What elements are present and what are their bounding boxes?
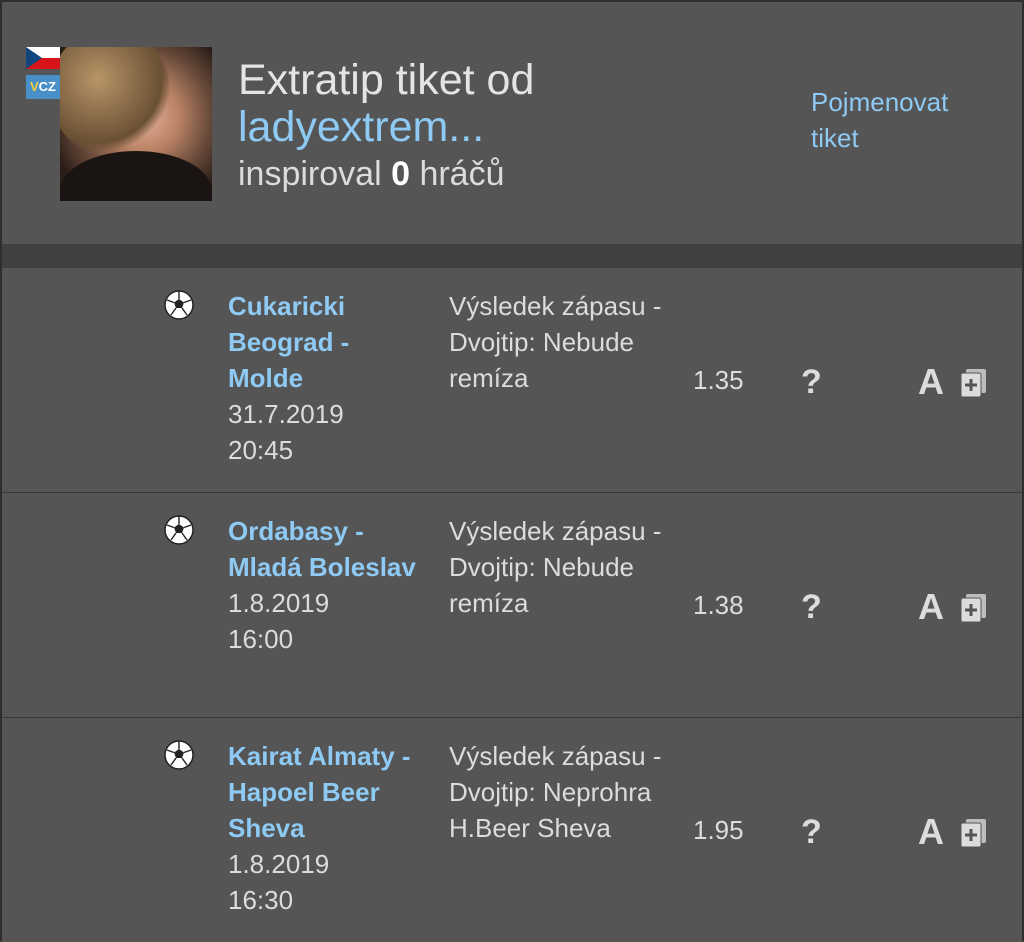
match-date: 1.8.2019 [228,849,330,879]
match-teams-link[interactable]: Kairat Almaty - Hapoel Beer Sheva [228,738,428,846]
match-time: 16:00 [228,624,294,654]
header-separator [2,244,1022,268]
bet-type: Výsledek zápasu - Dvojtip: Nebude remíza [449,291,662,393]
country-flags: VCZ [26,47,60,99]
bet-row: Cukaricki Beograd - Molde 31.7.2019 20:4… [2,268,1022,494]
odds-value: 1.38 [693,590,744,620]
match-time: 16:30 [228,885,294,915]
match-teams-link[interactable]: Cukaricki Beograd - Molde [228,288,428,396]
bet-type: Výsledek zápasu - Dvojtip: Nebude remíza [449,516,662,618]
add-ticket-icon[interactable] [960,593,988,623]
vcz-badge: VCZ [26,75,60,99]
soccer-ball-icon [164,290,194,320]
bet-row: Kairat Almaty - Hapoel Beer Sheva 1.8.20… [2,718,1022,942]
add-ticket-icon[interactable] [960,818,988,848]
analysis-button[interactable]: A [918,362,944,402]
soccer-ball-icon [164,740,194,770]
analysis-button[interactable]: A [918,587,944,627]
odds-value: 1.95 [693,815,744,845]
result-unknown-icon: ? [801,813,822,851]
ticket-header: VCZ Extratip tiket od ladyextrem... insp… [2,2,1022,244]
match-teams-link[interactable]: Ordabasy - Mladá Boleslav [228,513,428,585]
match-date: 1.8.2019 [228,588,330,618]
analysis-button[interactable]: A [918,812,944,852]
match-time: 20:45 [228,435,294,465]
ticket-title: Extratip tiket od [238,56,535,104]
match-date: 31.7.2019 [228,399,344,429]
result-unknown-icon: ? [801,363,822,401]
inspired-count-text: inspiroval 0 hráčů [238,155,505,193]
username-link[interactable]: ladyextrem... [238,103,484,151]
match-info: Cukaricki Beograd - Molde 31.7.2019 20:4… [228,288,428,468]
user-avatar[interactable] [60,47,212,201]
match-info: Ordabasy - Mladá Boleslav 1.8.2019 16:00 [228,513,428,657]
result-unknown-icon: ? [801,588,822,626]
rename-ticket-link[interactable]: Pojmenovat tiket [811,84,991,156]
ticket-card: VCZ Extratip tiket od ladyextrem... insp… [0,0,1024,942]
add-ticket-icon[interactable] [960,368,988,398]
czech-flag-icon [26,47,60,69]
odds-value: 1.35 [693,365,744,395]
bet-type: Výsledek zápasu - Dvojtip: Neprohra H.Be… [449,741,662,843]
inspired-count: 0 [391,155,410,193]
match-info: Kairat Almaty - Hapoel Beer Sheva 1.8.20… [228,738,428,918]
bet-row: Ordabasy - Mladá Boleslav 1.8.2019 16:00… [2,493,1022,719]
soccer-ball-icon [164,515,194,545]
